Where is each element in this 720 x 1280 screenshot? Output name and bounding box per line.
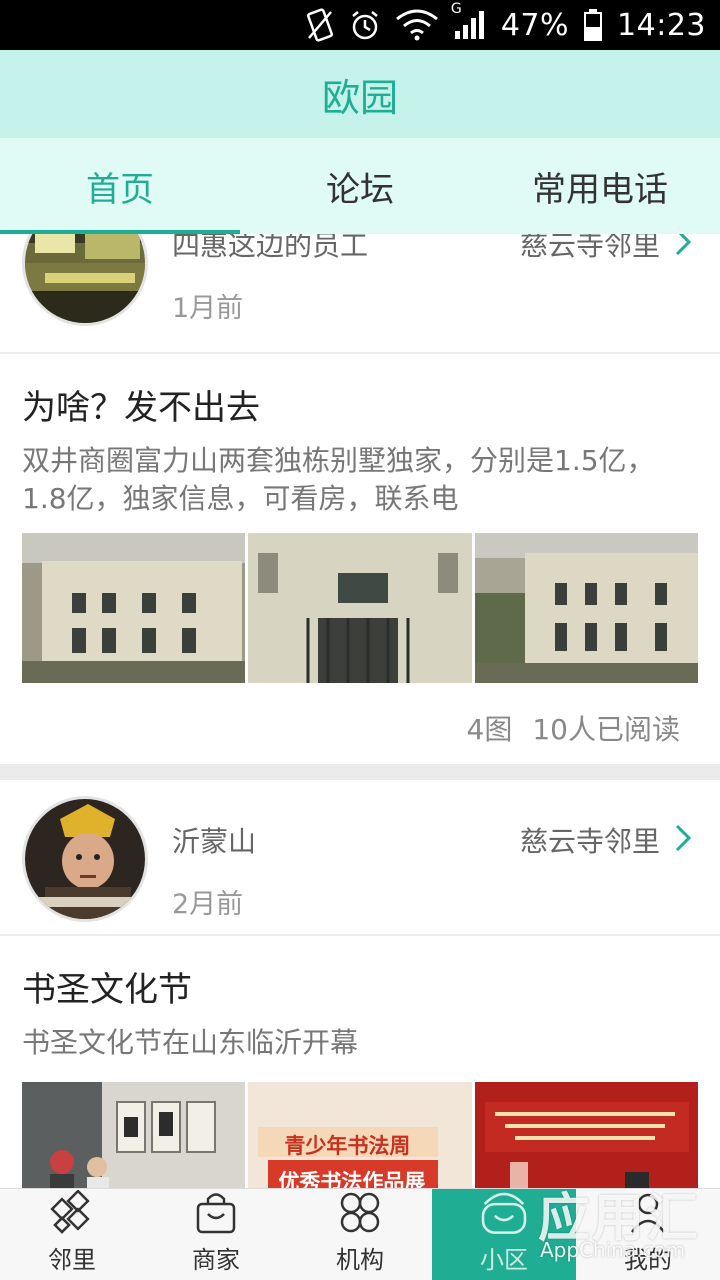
tab-forum-label: 论坛 — [326, 169, 394, 210]
post-meta: 4图 10人已阅读 — [467, 708, 680, 748]
nav-merchants-label: 商家 — [192, 1246, 240, 1274]
page-title: 欧园 — [321, 75, 398, 120]
post-author[interactable]: 四惠这边的员工 — [172, 234, 368, 264]
post-image-thumbnail[interactable]: 青少年书法周 优秀书法作品展 — [248, 1082, 472, 1188]
alarm-icon — [349, 9, 381, 41]
neighbors-icon — [50, 1190, 90, 1234]
post-time: 1月前 — [172, 293, 244, 324]
divider — [0, 934, 720, 936]
post-title[interactable]: 书圣文化节 — [22, 962, 192, 1011]
post-image-thumbnail[interactable] — [474, 533, 698, 683]
wifi-icon — [395, 9, 439, 41]
card-separator — [0, 764, 720, 780]
nav-merchants[interactable]: 商家 — [144, 1189, 288, 1280]
read-count: 10人已阅读 — [532, 713, 680, 746]
nav-organizations[interactable]: 机构 — [288, 1189, 432, 1280]
post-header[interactable]: 沂蒙山 慈云寺邻里 2月前 — [0, 780, 720, 922]
nav-community[interactable]: 小区 — [432, 1189, 576, 1280]
nav-community-label: 小区 — [480, 1246, 528, 1274]
battery-percent: 47% — [500, 7, 570, 43]
tab-forum[interactable]: 论坛 — [240, 138, 480, 234]
post-excerpt[interactable]: 双井商圈富力山两套独栋别墅独家，分别是1.5亿，1.8亿，独家信息，可看房，联系… — [22, 442, 698, 518]
divider — [0, 352, 720, 354]
vibrate-icon — [305, 8, 335, 42]
person-icon — [630, 1193, 666, 1233]
post-author[interactable]: 沂蒙山 — [172, 820, 256, 860]
banner-text: 青少年书法周 — [284, 1134, 411, 1158]
post-excerpt[interactable]: 书圣文化节在山东临沂开幕 — [22, 1024, 698, 1062]
avatar[interactable] — [22, 796, 148, 922]
post-images — [22, 533, 698, 683]
tab-home[interactable]: 首页 — [0, 138, 240, 234]
nav-neighbors-label: 邻里 — [48, 1246, 96, 1274]
feed-list[interactable]: 四惠这边的员工 慈云寺邻里 1月前 为啥？发不出去 双井商圈富力山两套独栋别墅独… — [0, 234, 720, 1188]
post-images: 青少年书法周 优秀书法作品展 — [22, 1082, 698, 1188]
status-bar: G 47% 14:23 — [0, 0, 720, 50]
nav-organizations-label: 机构 — [336, 1246, 384, 1274]
banner-text: 优秀书法作品展 — [278, 1170, 426, 1188]
tab-home-label: 首页 — [86, 169, 154, 210]
nav-mine-label: 我的 — [624, 1246, 672, 1274]
bottom-nav: 邻里 商家 机构 小区 我的 — [0, 1188, 720, 1280]
tab-bar: 首页 论坛 常用电话 — [0, 138, 720, 234]
post-image-thumbnail[interactable] — [248, 533, 472, 683]
post-image-thumbnail[interactable] — [22, 1082, 246, 1188]
network-type-label: G — [450, 1, 462, 17]
tab-phone-numbers[interactable]: 常用电话 — [480, 138, 720, 234]
signal-icon: G — [451, 1, 487, 41]
tab-phone-numbers-label: 常用电话 — [532, 169, 668, 210]
community-bag-icon — [481, 1192, 527, 1234]
post-image-thumbnail[interactable] — [474, 1082, 698, 1188]
chevron-right-icon[interactable] — [668, 234, 698, 260]
clover-grid-icon — [340, 1192, 380, 1233]
battery-icon — [583, 8, 603, 42]
clock: 14:23 — [617, 7, 706, 43]
post-time: 2月前 — [172, 889, 244, 920]
chevron-right-icon[interactable] — [668, 820, 698, 856]
post-header[interactable]: 四惠这边的员工 慈云寺邻里 1月前 — [0, 234, 720, 326]
avatar[interactable] — [22, 234, 148, 326]
image-count: 4图 — [466, 713, 513, 746]
post-card[interactable]: 沂蒙山 慈云寺邻里 2月前 书圣文化节 书圣文化节在山东临沂开幕 青少年书法周 … — [0, 780, 720, 1188]
post-community[interactable]: 慈云寺邻里 — [520, 234, 660, 264]
nav-neighbors[interactable]: 邻里 — [0, 1189, 144, 1280]
title-bar: 欧园 — [0, 50, 720, 138]
shopping-bag-icon — [196, 1193, 236, 1234]
post-card[interactable]: 四惠这边的员工 慈云寺邻里 1月前 为啥？发不出去 双井商圈富力山两套独栋别墅独… — [0, 234, 720, 764]
post-image-thumbnail[interactable] — [22, 533, 246, 683]
post-community[interactable]: 慈云寺邻里 — [520, 820, 660, 860]
post-title[interactable]: 为啥？发不出去 — [22, 380, 260, 429]
nav-mine[interactable]: 我的 — [576, 1189, 720, 1280]
